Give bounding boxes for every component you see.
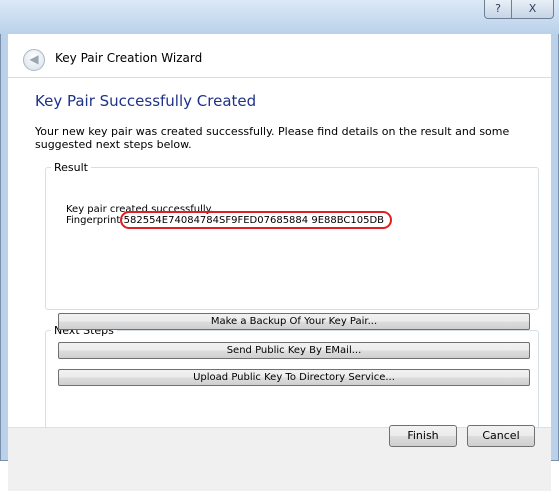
upload-public-key-button[interactable]: Upload Public Key To Directory Service..… xyxy=(58,369,530,386)
back-arrow-icon[interactable]: ◀ xyxy=(23,49,45,71)
backup-key-pair-button[interactable]: Make a Backup Of Your Key Pair... xyxy=(58,313,530,330)
result-legend: Result xyxy=(54,161,88,174)
finish-button[interactable]: Finish xyxy=(389,425,457,447)
wizard-title: Key Pair Creation Wizard xyxy=(55,51,203,65)
intro-text: Your new key pair was created successful… xyxy=(35,125,510,151)
page-heading: Key Pair Successfully Created xyxy=(35,92,257,110)
fingerprint-highlight-ellipse xyxy=(120,211,392,229)
window-titlebar xyxy=(0,0,559,34)
wizard-header: ◀ Key Pair Creation Wizard xyxy=(8,34,551,74)
wizard-client-area: ◀ Key Pair Creation Wizard Key Pair Succ… xyxy=(8,34,551,491)
send-public-key-email-button[interactable]: Send Public Key By EMail... xyxy=(58,342,530,359)
header-divider xyxy=(8,77,551,78)
fingerprint-label: Fingerprint: xyxy=(66,215,124,226)
close-button[interactable]: X xyxy=(511,0,554,19)
cancel-button[interactable]: Cancel xyxy=(467,425,535,447)
help-button[interactable]: ? xyxy=(484,0,512,19)
result-group: Result Key pair created successfully. Fi… xyxy=(45,161,539,310)
